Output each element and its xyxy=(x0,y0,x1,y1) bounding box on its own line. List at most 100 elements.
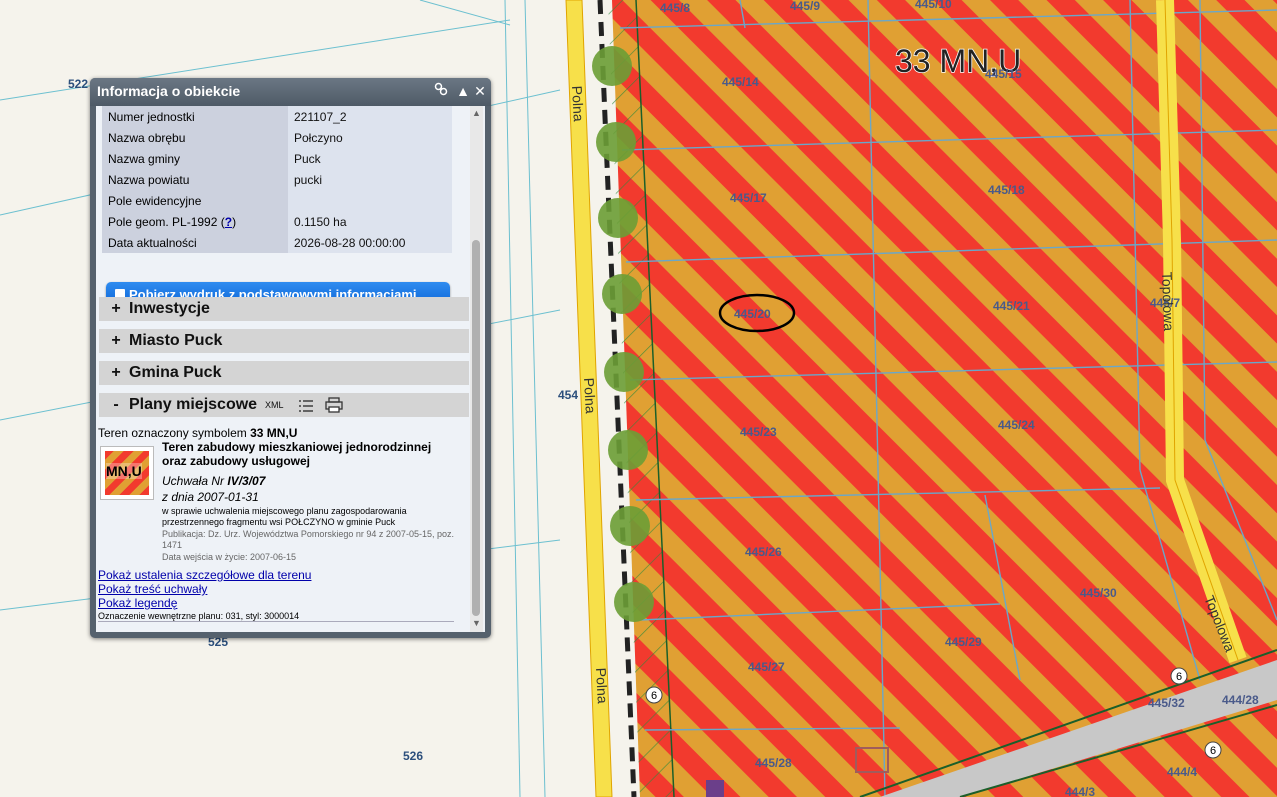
resolution-date: z dnia 2007-01-31 xyxy=(162,490,259,504)
road-number-mark: 6 xyxy=(651,690,657,702)
section-inwestycje[interactable]: + Inwestycje xyxy=(99,297,469,321)
attribute-row: Nazwa powiatu pucki xyxy=(102,169,452,190)
section-plany-miejscowe[interactable]: - Plany miejscowe XML xyxy=(99,393,469,417)
panel-header[interactable]: Informacja o obiekcie ▲ ✕ xyxy=(90,78,491,106)
parcel-label: 445/18 xyxy=(988,183,1025,197)
internal-designation: Oznaczenie wewnętrzne planu: 031, styl: … xyxy=(98,611,300,621)
xml-export-icon[interactable]: XML xyxy=(265,400,284,410)
parcel-label: 445/24 xyxy=(998,418,1035,432)
attribute-row: Pole ewidencyjne xyxy=(102,190,452,211)
section-label: Plany miejscowe xyxy=(129,396,258,413)
attribute-key: Nazwa gminy xyxy=(102,148,288,169)
parcel-number-label: 454 xyxy=(558,388,578,402)
expand-sign: + xyxy=(111,332,121,349)
parcel-label: 445/17 xyxy=(730,191,767,205)
object-info-panel: Informacja o obiekcie ▲ ✕ Numer jednostk… xyxy=(90,78,491,638)
scrollbar-thumb[interactable] xyxy=(472,240,480,616)
resolution-subject: w sprawie uchwalenia miejscowego planu z… xyxy=(162,506,407,527)
parcel-label: 445/27 xyxy=(748,660,785,674)
panel-scrollbar[interactable]: ▲ ▼ xyxy=(470,106,483,632)
attribute-key: Pole geom. PL-1992 xyxy=(108,214,218,229)
list-icon[interactable] xyxy=(298,398,314,422)
street-label-polna: Polna xyxy=(581,377,599,414)
attribute-key: Nazwa obrębu xyxy=(102,127,288,148)
link-icon[interactable] xyxy=(433,82,449,100)
plan-intro-line: Teren oznaczony symbolem 33 MN,U xyxy=(98,426,297,440)
parcel-label: 445/29 xyxy=(945,635,982,649)
publication-info: Publikacja: Dz. Urz. Województwa Pomorsk… xyxy=(162,529,454,550)
parcel-label: 445/28 xyxy=(755,756,792,770)
section-gmina-puck[interactable]: + Gmina Puck xyxy=(99,361,469,385)
panel-body: Numer jednostki 221107_2 Nazwa obrębu Połc… xyxy=(96,106,485,632)
attribute-row: Nazwa gminy Puck xyxy=(102,148,452,169)
section-label: Inwestycje xyxy=(129,300,210,317)
parcel-label: 445/26 xyxy=(745,545,782,559)
zone-symbol-badge: MN,U xyxy=(100,446,154,500)
parcel-label: 445/20 xyxy=(734,307,771,321)
scroll-up-icon[interactable]: ▲ xyxy=(472,108,481,118)
street-label-polna: Polna xyxy=(569,85,587,122)
attribute-key: Pole ewidencyjne xyxy=(102,190,288,211)
attribute-value: Połczyno xyxy=(288,127,452,148)
printer-icon[interactable] xyxy=(324,397,343,422)
resolution-line: Uchwała Nr IV/3/07 xyxy=(162,474,265,488)
zone-symbol-badge-text: MN,U xyxy=(106,463,142,479)
show-legend-link[interactable]: Pokaż legendę xyxy=(98,596,177,610)
plan-details: Teren oznaczony symbolem 33 MN,U MN,U Te… xyxy=(96,426,464,626)
show-resolution-link[interactable]: Pokaż treść uchwały xyxy=(98,582,207,596)
attribute-key: Nazwa powiatu xyxy=(102,169,288,190)
attribute-value xyxy=(288,190,452,211)
panel-title: Informacja o obiekcie xyxy=(97,83,241,99)
attribute-value: pucki xyxy=(288,169,452,190)
attribute-value: 221107_2 xyxy=(288,106,452,127)
collapse-icon[interactable]: ▲ xyxy=(455,82,471,100)
resolution-prefix: Uchwała Nr xyxy=(162,474,225,488)
plan-description: Teren zabudowy mieszkaniowej jednorodzin… xyxy=(162,440,432,468)
plan-symbol-suffix: MN,U xyxy=(266,426,298,440)
scroll-down-icon[interactable]: ▼ xyxy=(472,618,481,628)
street-label-polna: Polna xyxy=(593,667,611,704)
parcel-label: 445/14 xyxy=(722,75,759,89)
purple-marker xyxy=(706,780,724,797)
road-number-mark: 6 xyxy=(1210,745,1216,757)
attribute-table: Numer jednostki 221107_2 Nazwa obrębu Połc… xyxy=(102,106,452,253)
parcel-label: 444/4 xyxy=(1167,765,1197,779)
help-link[interactable]: ? xyxy=(225,215,232,229)
parcel-label: 445/32 xyxy=(1148,696,1185,710)
expand-sign: + xyxy=(111,300,121,317)
collapse-sign: - xyxy=(113,396,119,413)
parcel-label: 445/30 xyxy=(1080,586,1117,600)
attribute-key: Numer jednostki xyxy=(102,106,288,127)
parcel-number-label: 522 xyxy=(68,77,88,91)
section-label: Gmina Puck xyxy=(129,364,222,381)
parcel-label: 445/23 xyxy=(740,425,777,439)
parcel-label: 444/3 xyxy=(1065,785,1095,797)
section-tools: XML xyxy=(265,393,343,422)
road-number-mark: 6 xyxy=(1176,671,1182,683)
section-label: Miasto Puck xyxy=(129,332,223,349)
expand-sign: + xyxy=(111,364,121,381)
close-icon[interactable]: ✕ xyxy=(472,82,488,100)
attribute-key: Data aktualności xyxy=(102,232,288,253)
section-miasto-puck[interactable]: + Miasto Puck xyxy=(99,329,469,353)
panel-divider xyxy=(98,621,454,622)
parcel-label: 445/9 xyxy=(790,0,820,13)
plan-intro: Teren oznaczony symbolem xyxy=(98,426,247,440)
attribute-row: Data aktualności 2026-08-28 00:00:00 xyxy=(102,232,452,253)
attribute-row: Pole geom. PL-1992 (?) 0.1150 ha xyxy=(102,211,452,232)
parcel-label: 444/28 xyxy=(1222,693,1259,707)
parcel-label: 445/15 xyxy=(985,67,1022,81)
parcel-label: 445/21 xyxy=(993,299,1030,313)
attribute-row: Numer jednostki 221107_2 xyxy=(102,106,452,127)
attribute-row: Nazwa obrębu Połczyno xyxy=(102,127,452,148)
show-details-link[interactable]: Pokaż ustalenia szczegółowe dla terenu xyxy=(98,568,311,582)
attribute-value: 2026-08-28 00:00:00 xyxy=(288,232,452,253)
parcel-number-label: 526 xyxy=(403,749,423,763)
street-label-topolowa: Topolowa xyxy=(1159,272,1177,332)
parcel-label: 445/10 xyxy=(915,0,952,11)
parcel-label: 445/8 xyxy=(660,1,690,15)
attribute-value: 0.1150 ha xyxy=(288,211,452,232)
attribute-value: Puck xyxy=(288,148,452,169)
plan-symbol: 33 xyxy=(250,426,264,440)
resolution-number: IV/3/07 xyxy=(227,474,266,488)
